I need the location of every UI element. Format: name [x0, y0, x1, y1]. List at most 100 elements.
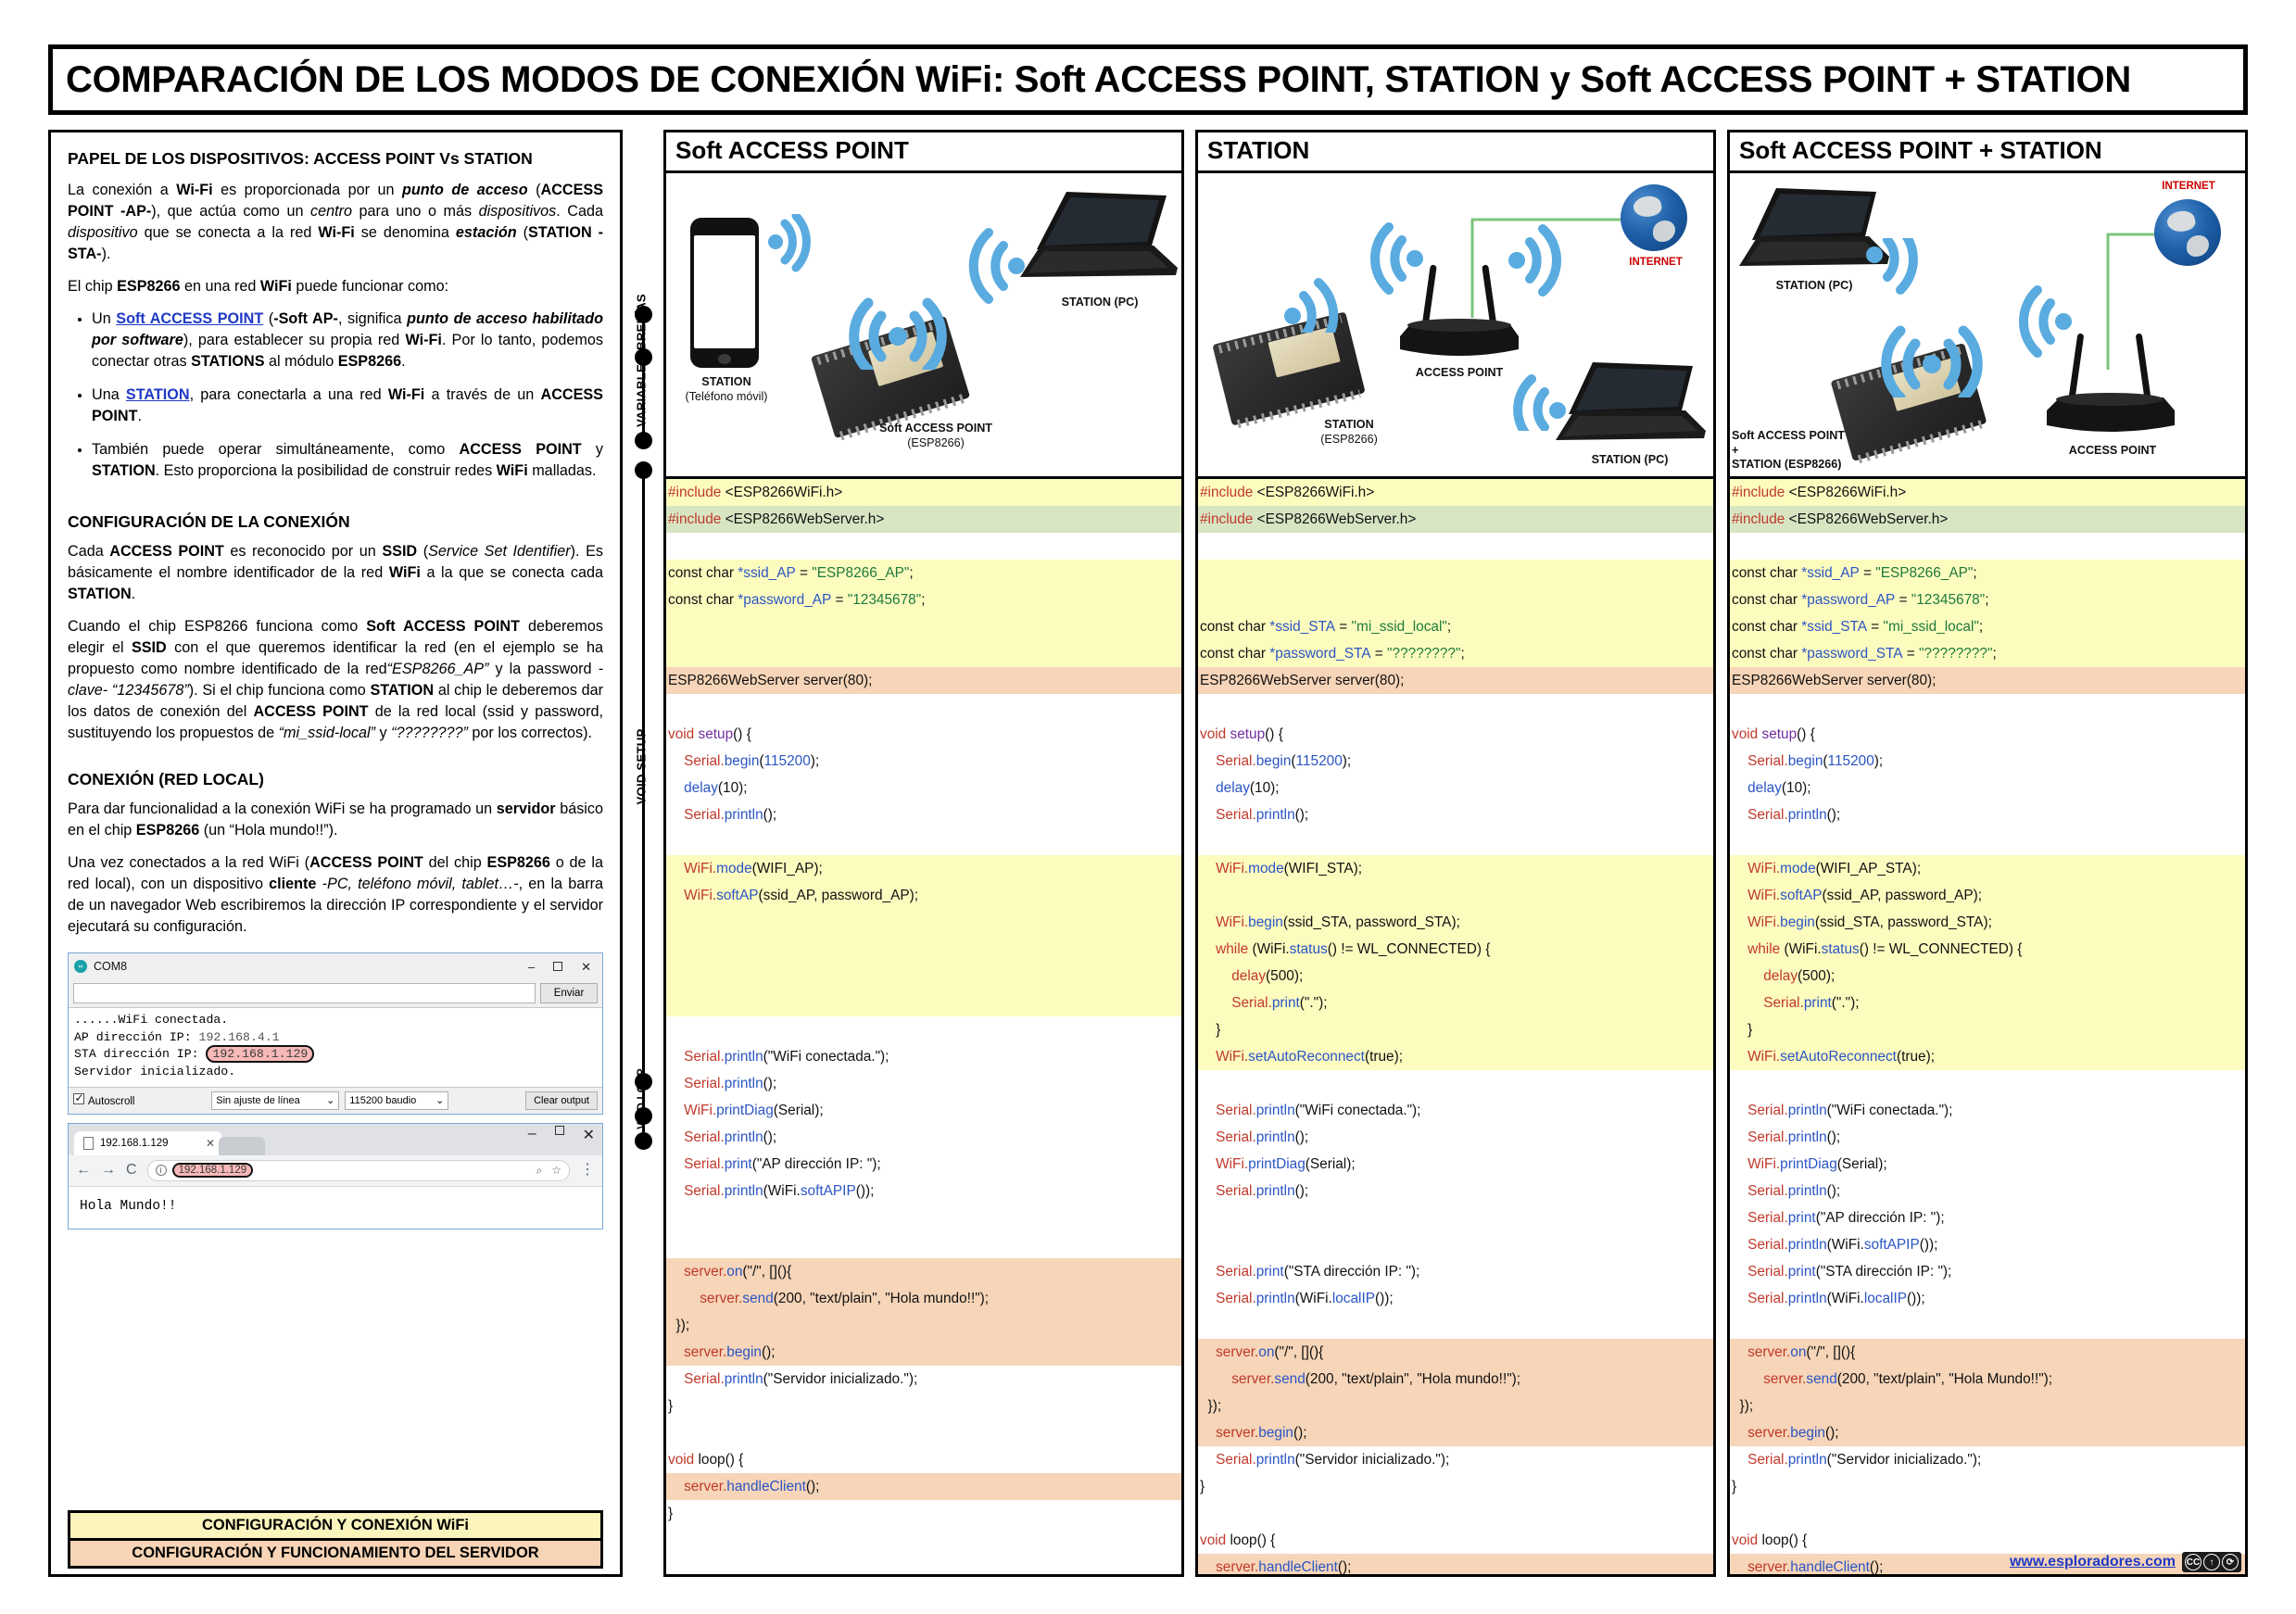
baud-select[interactable]: 115200 baudio ⌄	[345, 1091, 449, 1110]
zoom-icon[interactable]: ⌕	[536, 1164, 543, 1178]
code-block-2: #include <ESP8266WiFi.h> #include <ESP826…	[1198, 479, 1713, 1574]
code-line	[1730, 694, 2245, 721]
label-access-point-3: ACCESS POINT	[2068, 444, 2157, 457]
code-line: Serial. println ();	[1730, 801, 2245, 828]
code-line	[666, 1419, 1181, 1446]
link-soft-access-point[interactable]: Soft ACCESS POINT	[116, 310, 263, 327]
site-link[interactable]: www.esploradores.com	[2010, 1554, 2176, 1570]
address-bar[interactable]: i 192.168.1.129 ⌕ ☆	[146, 1159, 570, 1181]
code-line: const char *password_STA = "????????";	[1198, 640, 1713, 667]
code-line: WiFi. setAutoReconnect (true);	[1198, 1043, 1713, 1070]
code-line: const char *ssid_STA = "mi_ssid_local";	[1198, 613, 1713, 640]
code-line: Serial. begin(115200);	[1730, 748, 2245, 775]
creative-commons-icon: CC ↑ ⟳	[2182, 1552, 2241, 1572]
maximize-button[interactable]	[553, 962, 563, 971]
code-line: Serial. print ("STA dirección IP: ");	[1198, 1258, 1713, 1285]
back-icon[interactable]: ←	[76, 1163, 91, 1178]
diagram-softap-station: STATION (PC) Soft ACCESS POINT + STATION …	[1730, 173, 2245, 479]
code-line: Serial. println ();	[1198, 1178, 1713, 1204]
code-line: ESP8266WebServer server(80);	[1730, 667, 2245, 694]
browser-close-button[interactable]: ✕	[583, 1126, 595, 1144]
column-title-1: Soft ACCESS POINT	[666, 132, 1181, 173]
mode-list: Un Soft ACCESS POINT (-Soft AP-, signifi…	[68, 309, 603, 494]
code-line: void setup() {	[1198, 721, 1713, 748]
code-line	[666, 990, 1181, 1016]
serial-monitor-window: ∞ COM8 – ✕ Enviar ......WiFi conectada. …	[68, 952, 603, 1115]
code-line	[1730, 1312, 2245, 1339]
legend-server-config: CONFIGURACIÓN Y FUNCIONAMIENTO DEL SERVI…	[70, 1541, 600, 1566]
code-line: delay (10);	[666, 775, 1181, 801]
browser-minimize-button[interactable]: –	[528, 1126, 536, 1144]
serial-line-4: Servidor inicializado.	[74, 1065, 236, 1079]
code-line: #include <ESP8266WebServer.h>	[1198, 506, 1713, 533]
code-line	[666, 936, 1181, 963]
new-tab-area[interactable]	[219, 1136, 265, 1155]
code-line: Serial. begin(115200);	[666, 748, 1181, 775]
url-text: 192.168.1.129	[171, 1163, 254, 1179]
minimize-button[interactable]: –	[528, 961, 535, 973]
code-line: delay (10);	[1730, 775, 2245, 801]
code-line: Serial. println ();	[666, 801, 1181, 828]
code-line: const char *password_STA = "????????";	[1730, 640, 2245, 667]
explanation-panel: PAPEL DE LOS DISPOSITIVOS: ACCESS POINT …	[48, 130, 623, 1577]
wifi-signal-icon-1	[768, 214, 811, 272]
forward-icon[interactable]: →	[101, 1163, 116, 1178]
paragraph-server: Para dar funcionalidad a la conexión WiF…	[68, 801, 603, 839]
code-line: WiFi. printDiag (Serial);	[1198, 1151, 1713, 1178]
info-icon[interactable]: i	[155, 1165, 167, 1177]
browser-maximize-button[interactable]	[554, 1125, 564, 1135]
tab-close-icon[interactable]: ✕	[206, 1137, 215, 1150]
code-line: Serial. begin(115200);	[1198, 748, 1713, 775]
code-line: server. on ("/", [](){	[1198, 1339, 1713, 1366]
label-internet-2: INTERNET	[1629, 257, 1683, 268]
close-button[interactable]: ✕	[581, 961, 591, 973]
page-title: COMPARACIÓN DE LOS MODOS DE CONEXIÓN WiF…	[66, 58, 2131, 100]
column-title-3: Soft ACCESS POINT + STATION	[1730, 132, 2245, 173]
code-block-3: #include <ESP8266WiFi.h> #include <ESP826…	[1730, 479, 2245, 1574]
code-line: while (WiFi. status() != WL_CONNECTED) {	[1198, 936, 1713, 963]
code-line: #include <ESP8266WebServer.h>	[1730, 506, 2245, 533]
link-station[interactable]: STATION	[126, 386, 190, 403]
code-line	[666, 533, 1181, 560]
legend-wifi-config: CONFIGURACIÓN Y CONEXIÓN WiFi	[70, 1513, 600, 1541]
screenshots-group: ∞ COM8 – ✕ Enviar ......WiFi conectada. …	[68, 952, 603, 1229]
code-line	[666, 963, 1181, 990]
serial-line-2: AP dirección IP: 192.168.4.1	[74, 1029, 280, 1044]
code-line: server. send (200, "text/plain", "Hola Mun…	[1730, 1366, 2245, 1393]
serial-options-row: Autoscroll Sin ajuste de línea⌄ 115200 b…	[69, 1087, 602, 1114]
autoscroll-checkbox[interactable]: Autoscroll	[73, 1091, 135, 1107]
wifi-signal-icon-2	[849, 297, 947, 370]
clear-output-button[interactable]: Clear output	[525, 1091, 598, 1110]
label-station-pc-1: STATION (PC)	[1061, 296, 1139, 309]
code-line: Serial. println (WiFi. localIP ());	[1198, 1285, 1713, 1312]
code-line	[666, 694, 1181, 721]
code-line	[1198, 533, 1713, 560]
line-ending-select[interactable]: Sin ajuste de línea ⌄	[211, 1091, 340, 1110]
label-station-pc-2: STATION (PC)	[1591, 453, 1669, 466]
code-line	[1198, 828, 1713, 855]
code-line	[666, 828, 1181, 855]
code-line: Serial. println ("WiFi conectada.");	[1198, 1097, 1713, 1124]
browser-tab[interactable]: 192.168.1.129 ✕	[74, 1130, 222, 1155]
star-icon[interactable]: ☆	[551, 1164, 561, 1178]
serial-output: ......WiFi conectada. AP dirección IP: 1…	[69, 1007, 602, 1088]
diagram-soft-access-point: STATION (Teléfono móvil) Soft ACCESS POI…	[666, 173, 1181, 479]
code-line: });	[666, 1312, 1181, 1339]
page-icon	[83, 1136, 94, 1150]
code-line: server. begin ();	[666, 1339, 1181, 1366]
reload-icon[interactable]: C	[126, 1163, 137, 1178]
menu-icon[interactable]: ⋮	[580, 1163, 595, 1178]
code-line: Serial. println (WiFi. localIP ());	[1730, 1285, 2245, 1312]
column-softap-station: Soft ACCESS POINT + STATION STATION (PC)	[1727, 130, 2248, 1577]
code-line: Serial. println ();	[666, 1124, 1181, 1151]
mode-columns: Soft ACCESS POINT STATION (Teléfono móvil…	[663, 130, 2248, 1577]
globe-icon	[1621, 184, 1687, 251]
serial-input[interactable]	[73, 983, 536, 1003]
laptop-image	[1020, 192, 1178, 277]
code-line	[1730, 828, 2245, 855]
browser-window: 192.168.1.129 ✕ – ✕ ← → C i 192.168.1.12…	[68, 1122, 603, 1229]
send-button[interactable]: Enviar	[540, 983, 598, 1003]
code-line: Serial. print ("AP dirección IP: ");	[666, 1151, 1181, 1178]
code-line: }	[1730, 1016, 2245, 1043]
code-line: Serial. println ();	[1198, 1124, 1713, 1151]
